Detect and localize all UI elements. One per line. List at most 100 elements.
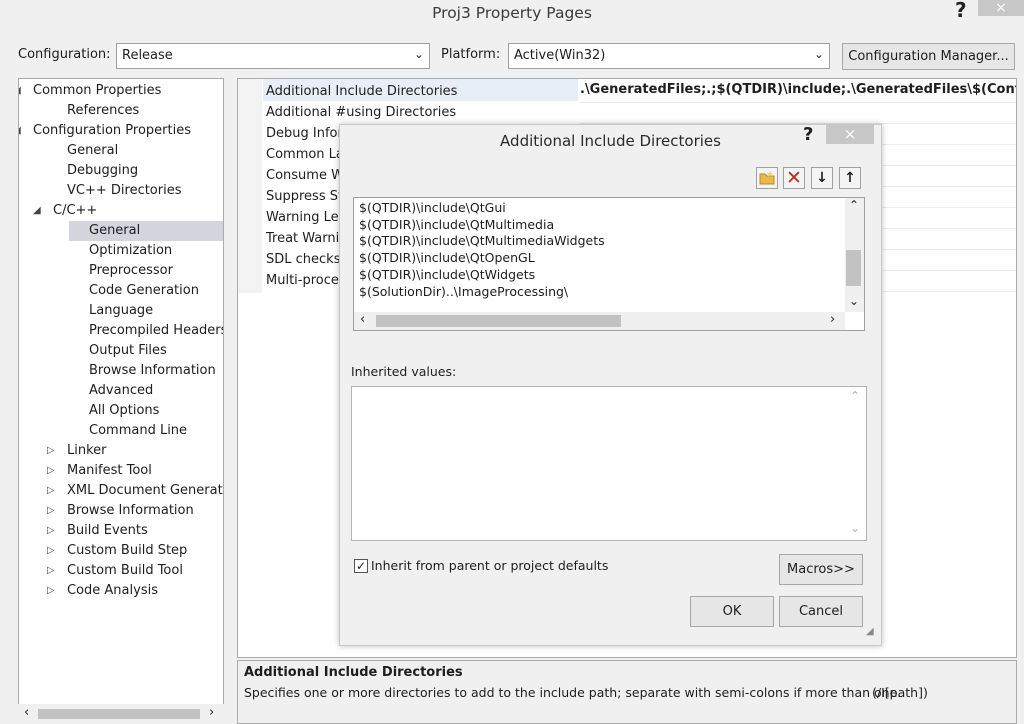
description-switch: (/I[path]) (872, 685, 928, 700)
tree-item-label: All Options (89, 403, 160, 418)
tree-item[interactable]: ▷ Browse Information (19, 501, 223, 521)
dialog-help-button[interactable]: ? (803, 124, 813, 145)
tree-item[interactable]: Language (19, 301, 223, 321)
tree-item[interactable]: ▷ Custom Build Step (19, 541, 223, 561)
tree-item[interactable]: ▷ XML Document Generator (19, 481, 223, 501)
tree-item[interactable]: ▷ Build Events (19, 521, 223, 541)
collapse-icon[interactable]: ◢ (19, 121, 21, 141)
scroll-thumb[interactable] (38, 709, 200, 719)
grid-value-include-dirs[interactable]: .\GeneratedFiles;.;$(QTDIR)\include;.\Ge… (580, 82, 1016, 97)
window-close-button[interactable]: × (978, 0, 1024, 16)
expand-icon[interactable]: ▷ (47, 541, 55, 561)
move-up-icon[interactable]: ↑ (839, 167, 861, 189)
new-folder-icon[interactable] (756, 167, 778, 189)
tree-item[interactable]: Browse Information (19, 361, 223, 381)
expand-icon[interactable]: ▷ (47, 441, 55, 461)
directory-entry[interactable]: $(QTDIR)\include\QtMultimediaWidgets (359, 233, 605, 249)
directory-entry[interactable]: $(QTDIR)\include\QtOpenGL (359, 250, 535, 266)
platform-label: Platform: (441, 47, 501, 62)
configuration-value: Release (122, 48, 173, 63)
tree-item-label: Custom Build Tool (67, 563, 183, 578)
tree-item-label: Command Line (89, 423, 188, 438)
tree-item-label: XML Document Generator (67, 483, 224, 498)
directory-list[interactable]: $(QTDIR)\include\QtGui $(QTDIR)\include\Q… (353, 197, 865, 331)
tree-item[interactable]: General (69, 221, 223, 241)
platform-dropdown[interactable]: Active(Win32) ⌄ (508, 43, 830, 69)
macros-button[interactable]: Macros>> (779, 554, 863, 585)
expand-icon[interactable]: ▷ (47, 521, 55, 541)
tree-item[interactable]: Code Generation (19, 281, 223, 301)
tree-item-label: Precompiled Headers (89, 323, 224, 338)
tree-item[interactable]: Preprocessor (19, 261, 223, 281)
tree-item-label: Browse Information (67, 503, 194, 518)
tree-item[interactable]: Precompiled Headers (19, 321, 223, 341)
expand-icon[interactable]: ▷ (47, 461, 55, 481)
configuration-dropdown[interactable]: Release ⌄ (116, 43, 430, 69)
grid-row-name[interactable]: Additional #using Directories (266, 102, 576, 123)
scroll-up-icon[interactable]: ⌃ (850, 389, 860, 403)
configuration-manager-button[interactable]: Configuration Manager... (842, 43, 1015, 70)
help-button[interactable]: ? (955, 0, 967, 22)
tree-item[interactable]: ▷ Custom Build Tool (19, 561, 223, 581)
grid-gutter (238, 79, 262, 293)
dialog-close-button[interactable]: × (826, 124, 874, 144)
list-horizontal-scrollbar[interactable]: ‹ › (354, 312, 845, 330)
tree-item-label: Browse Information (89, 363, 216, 378)
inherited-values-box: ⌃ ⌄ (351, 386, 867, 541)
tree-item[interactable]: ◢ Configuration Properties (19, 121, 223, 141)
tree-item[interactable]: ◢ Common Properties (19, 81, 223, 101)
tree-item[interactable]: Output Files (19, 341, 223, 361)
delete-icon[interactable]: ✕ (783, 167, 805, 189)
list-v-scroll-thumb[interactable] (846, 250, 861, 286)
inherit-checkbox-label[interactable]: Inherit from parent or project defaults (371, 558, 608, 573)
tree-item-label: Code Generation (89, 283, 199, 298)
tree-item[interactable]: ▷ Manifest Tool (19, 461, 223, 481)
scroll-down-icon[interactable]: ⌄ (849, 294, 859, 308)
scroll-left-icon[interactable]: ‹ (360, 312, 365, 327)
tree-item[interactable]: General (19, 141, 223, 161)
collapse-icon[interactable]: ◢ (33, 201, 41, 221)
tree-item-label: Language (89, 303, 154, 318)
tree-item[interactable]: ◢ C/C++ (19, 201, 223, 221)
inherited-values-label: Inherited values: (351, 364, 457, 379)
tree-item[interactable]: ▷ Code Analysis (19, 581, 223, 601)
tree-item[interactable]: VC++ Directories (19, 181, 223, 201)
cancel-button[interactable]: Cancel (779, 596, 863, 627)
move-down-icon[interactable]: ↓ (811, 167, 833, 189)
scroll-up-icon[interactable]: ⌃ (849, 198, 859, 212)
resize-grip-icon[interactable]: ◢ (866, 626, 874, 637)
expand-icon[interactable]: ▷ (47, 581, 55, 601)
property-tree: ◢ Common Properties References ◢ Configurati… (18, 78, 224, 724)
directory-entry[interactable]: $(SolutionDir)..\ImageProcessing\ (359, 284, 568, 300)
platform-value: Active(Win32) (514, 48, 606, 63)
ok-button[interactable]: OK (690, 596, 774, 627)
tree-item-label: Manifest Tool (67, 463, 152, 478)
expand-icon[interactable]: ▷ (47, 501, 55, 521)
tree-item[interactable]: ▷ Linker (19, 441, 223, 461)
scroll-left-icon[interactable]: ‹ (24, 705, 29, 720)
expand-icon[interactable]: ▷ (47, 481, 55, 501)
tree-item-label: Advanced (89, 383, 154, 398)
tree-horizontal-scrollbar[interactable]: ‹ › (18, 704, 224, 724)
tree-item-label: References (67, 103, 140, 118)
tree-item[interactable]: Advanced (19, 381, 223, 401)
list-h-scroll-thumb[interactable] (376, 315, 621, 327)
directory-entry[interactable]: $(QTDIR)\include\QtMultimedia (359, 217, 554, 233)
tree-item[interactable]: References (19, 101, 223, 121)
inherit-checkbox[interactable]: ✓ (354, 559, 368, 573)
expand-icon[interactable]: ▷ (47, 561, 55, 581)
tree-item[interactable]: Optimization (19, 241, 223, 261)
collapse-icon[interactable]: ◢ (19, 81, 21, 101)
directory-entry[interactable]: $(QTDIR)\include\QtWidgets (359, 267, 535, 283)
tree-item[interactable]: All Options (19, 401, 223, 421)
scroll-right-icon[interactable]: › (209, 705, 214, 720)
scroll-down-icon[interactable]: ⌄ (850, 521, 860, 535)
scroll-right-icon[interactable]: › (830, 312, 835, 327)
directory-entry[interactable]: $(QTDIR)\include\QtGui (359, 200, 506, 216)
tree-item[interactable]: Command Line (19, 421, 223, 441)
tree-item-label: Debugging (67, 163, 139, 178)
grid-row-divider (580, 102, 1016, 103)
grid-row-name[interactable]: Additional Include Directories (266, 81, 576, 102)
tree-item[interactable]: Debugging (19, 161, 223, 181)
list-vertical-scrollbar[interactable]: ⌃ ⌄ (845, 198, 864, 312)
